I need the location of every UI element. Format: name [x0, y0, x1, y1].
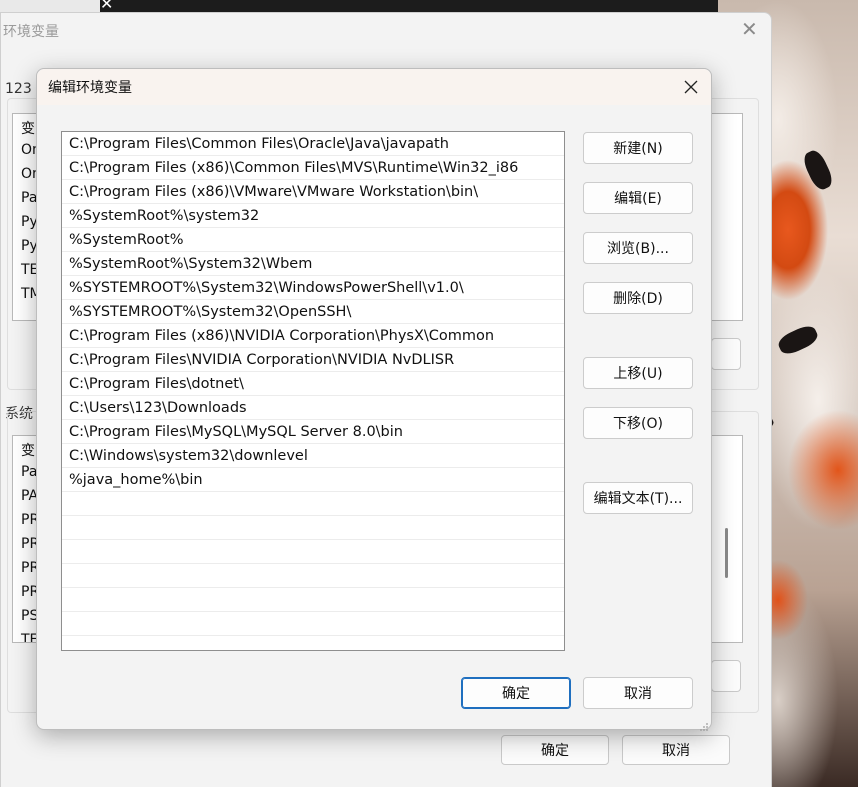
path-list[interactable]: C:\Program Files\Common Files\Oracle\Jav… — [61, 131, 565, 651]
path-list-item[interactable]: %java_home%\bin — [62, 468, 564, 492]
path-list-item[interactable]: C:\Program Files\dotnet\ — [62, 372, 564, 396]
dialog-title: 编辑环境变量 — [48, 80, 132, 96]
system-variable-button[interactable] — [711, 660, 741, 692]
close-icon[interactable]: ✕ — [741, 19, 758, 39]
dialog-titlebar: 编辑环境变量 — [37, 69, 711, 105]
path-list-item[interactable]: C:\Program Files (x86)\VMware\VMware Wor… — [62, 180, 564, 204]
move-down-button[interactable]: 下移(O) — [583, 407, 693, 439]
ok-button[interactable]: 确定 — [461, 677, 571, 709]
path-list-item[interactable] — [62, 636, 564, 650]
resize-grip-icon[interactable] — [699, 717, 709, 731]
path-list-item[interactable]: %SYSTEMROOT%\System32\OpenSSH\ — [62, 300, 564, 324]
path-list-item[interactable]: %SystemRoot% — [62, 228, 564, 252]
window-title: 环境变量 — [3, 24, 59, 40]
path-list-item[interactable]: C:\Program Files (x86)\Common Files\MVS\… — [62, 156, 564, 180]
close-icon[interactable] — [677, 73, 705, 101]
cancel-button[interactable]: 取消 — [583, 677, 693, 709]
variable-row[interactable]: 变 — [21, 440, 35, 460]
path-list-item[interactable]: C:\Program Files\Common Files\Oracle\Jav… — [62, 132, 564, 156]
edit-button[interactable]: 编辑(E) — [583, 182, 693, 214]
path-list-item[interactable]: C:\Windows\system32\downlevel — [62, 444, 564, 468]
variable-row[interactable]: 变 — [21, 118, 35, 138]
path-list-item[interactable] — [62, 588, 564, 612]
path-list-item[interactable]: C:\Program Files (x86)\NVIDIA Corporatio… — [62, 324, 564, 348]
edit-environment-variable-dialog: 编辑环境变量 C:\Program Files\Common Files\Ora… — [36, 68, 712, 731]
path-list-item[interactable] — [62, 516, 564, 540]
path-list-item[interactable]: C:\Program Files\NVIDIA Corporation\NVID… — [62, 348, 564, 372]
browse-button[interactable]: 浏览(B)... — [583, 232, 693, 264]
move-up-button[interactable]: 上移(U) — [583, 357, 693, 389]
path-list-item[interactable]: C:\Users\123\Downloads — [62, 396, 564, 420]
path-list-item[interactable] — [62, 540, 564, 564]
back-cancel-button[interactable]: 取消 — [622, 735, 730, 765]
scrollbar-thumb[interactable] — [725, 528, 728, 578]
delete-button[interactable]: 删除(D) — [583, 282, 693, 314]
new-button[interactable]: 新建(N) — [583, 132, 693, 164]
variable-row[interactable]: Pa — [21, 464, 37, 480]
path-list-item[interactable]: C:\Program Files\MySQL\MySQL Server 8.0\… — [62, 420, 564, 444]
path-list-item[interactable] — [62, 612, 564, 636]
user-variables-list-right[interactable] — [711, 113, 743, 321]
path-list-item[interactable]: %SystemRoot%\system32 — [62, 204, 564, 228]
edit-text-button[interactable]: 编辑文本(T)... — [583, 482, 693, 514]
variable-row[interactable]: Pa — [21, 190, 37, 206]
path-list-item[interactable] — [62, 492, 564, 516]
path-list-item[interactable]: %SYSTEMROOT%\System32\WindowsPowerShell\… — [62, 276, 564, 300]
back-ok-button[interactable]: 确定 — [501, 735, 609, 765]
path-list-item[interactable]: %SystemRoot%\System32\Wbem — [62, 252, 564, 276]
user-variable-button[interactable] — [711, 338, 741, 370]
taskbar-fragment: ✕ — [0, 0, 718, 13]
path-list-item[interactable] — [62, 564, 564, 588]
